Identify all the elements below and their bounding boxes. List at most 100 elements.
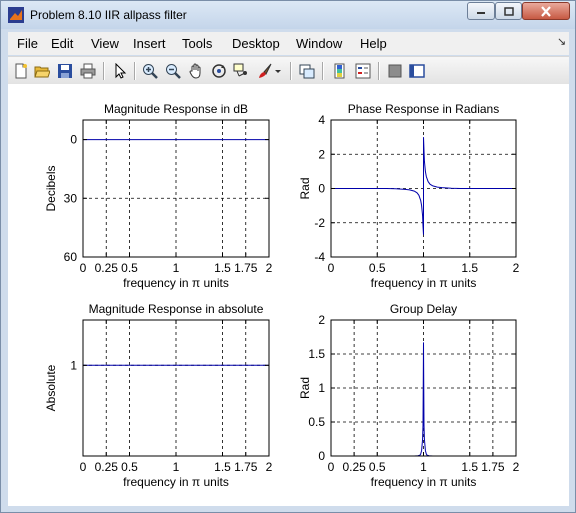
new-figure-button[interactable] <box>11 61 30 80</box>
menu-desktop[interactable]: Desktop <box>232 36 280 51</box>
x-tick-label: 0.5 <box>121 261 138 275</box>
x-tick-label: 0.25 <box>95 460 119 474</box>
colorbar-icon <box>334 63 344 78</box>
axes-title: Magnitude Response in dB <box>104 102 248 116</box>
open-file-icon <box>33 66 50 77</box>
x-tick-label: 1 <box>420 261 427 275</box>
x-tick-label: 0.5 <box>121 460 138 474</box>
rotate-3d-icon <box>211 63 226 78</box>
brush-dropdown-button[interactable] <box>273 61 283 80</box>
axes-title: Phase Response in Radians <box>348 102 499 116</box>
save-icon <box>57 63 72 78</box>
y-tick-label: 1.5 <box>308 347 325 361</box>
zoom-in-button[interactable] <box>140 61 159 80</box>
axes-title: Magnitude Response in absolute <box>89 302 264 316</box>
plot-axes-1[interactable]: 0 0.25 0.5 1 1.5 1.75 2 0 30 60 Magnitude Response… <box>44 102 273 290</box>
menu-help[interactable]: Help <box>360 36 387 51</box>
x-tick-label: 0.5 <box>369 460 386 474</box>
link-plot-button[interactable] <box>297 61 316 80</box>
figure-plots: 0 0.25 0.5 1 1.5 1.75 203060Magnitude Response… <box>44 102 520 489</box>
menu-view[interactable]: View <box>91 36 119 51</box>
x-axis-label: frequency in π units <box>371 475 477 489</box>
menu-bar: File Edit View Insert Tools Desktop Wind… <box>8 32 569 55</box>
x-tick-label: 1.75 <box>234 460 258 474</box>
toolbar-separator <box>322 62 324 80</box>
maximize-icon <box>503 6 514 16</box>
x-tick-label: 1.5 <box>214 460 231 474</box>
menu-insert[interactable]: Insert <box>133 36 166 51</box>
save-button[interactable] <box>55 61 74 80</box>
y-tick-label: 1 <box>70 358 77 372</box>
brush-button[interactable] <box>255 61 274 80</box>
y-axis-label: Decibels <box>44 165 58 211</box>
rotate-3d-button[interactable] <box>209 61 228 80</box>
y-tick-label: -4 <box>314 250 325 264</box>
new-figure-icon <box>15 63 27 78</box>
x-tick-label: 2 <box>513 460 520 474</box>
axes-title: Group Delay <box>390 302 457 316</box>
minimize-icon <box>477 12 485 14</box>
x-tick-label: 1 <box>420 460 427 474</box>
x-tick-label: 2 <box>266 261 273 275</box>
x-tick-label: 0 <box>328 261 335 275</box>
matlab-icon <box>8 7 24 23</box>
y-axis-label: Rad <box>298 177 312 199</box>
pointer-button[interactable] <box>110 61 129 80</box>
x-axis-label: frequency in π units <box>371 276 477 290</box>
menu-window[interactable]: Window <box>296 36 342 51</box>
show-plot-tools-button[interactable] <box>407 61 426 80</box>
x-tick-label: 1.5 <box>461 261 478 275</box>
print-button[interactable] <box>78 61 97 80</box>
zoom-out-button[interactable] <box>163 61 182 80</box>
y-tick-label: 30 <box>64 191 78 205</box>
pointer-icon <box>115 62 126 79</box>
menu-edit[interactable]: Edit <box>51 36 73 51</box>
minimize-button[interactable] <box>467 2 495 20</box>
plot-axes-4[interactable]: 0 0.25 0.5 1 1.5 1.75 200.511.52Group Delayfre… <box>298 302 520 489</box>
link-plot-icon <box>299 64 314 78</box>
figure-canvas[interactable]: 0 0.25 0.5 1 1.5 1.75 2 0 30 60 Magnitude Response… <box>8 84 569 506</box>
hide-plot-tools-button[interactable] <box>385 61 404 80</box>
zoom-out-icon <box>165 63 181 79</box>
legend-icon <box>355 63 370 78</box>
y-axis-label: Absolute <box>44 364 58 411</box>
x-tick-label: 1.75 <box>481 460 505 474</box>
legend-button[interactable] <box>353 61 372 80</box>
x-tick-label: 1.75 <box>234 261 258 275</box>
close-icon <box>541 5 551 17</box>
x-tick-label: 0 <box>80 460 87 474</box>
menu-tools[interactable]: Tools <box>182 36 212 51</box>
menu-file[interactable]: File <box>17 36 38 51</box>
x-tick-label: 1 <box>173 460 180 474</box>
close-button[interactable] <box>522 2 570 20</box>
x-tick-label: 0 <box>328 460 335 474</box>
y-tick-label: 2 <box>318 147 325 161</box>
show-plot-tools-icon <box>408 63 425 78</box>
toolbar <box>8 56 569 85</box>
plot-axes-3[interactable]: 0 0.25 0.5 1 1.5 1.75 2 1 Magnitude Response in … <box>44 302 273 489</box>
x-tick-label: 2 <box>513 261 520 275</box>
x-tick-label: 0.25 <box>342 460 366 474</box>
data-cursor-button[interactable] <box>231 61 250 80</box>
open-file-button[interactable] <box>32 61 51 80</box>
brush-icon <box>258 63 271 78</box>
data-cursor-icon <box>233 63 247 76</box>
y-tick-label: 4 <box>318 113 325 127</box>
colorbar-button[interactable] <box>330 61 349 80</box>
zoom-in-icon <box>142 63 158 79</box>
x-axis-label: frequency in π units <box>123 475 229 489</box>
y-axis-label: Rad <box>298 377 312 399</box>
y-tick-label: 2 <box>318 313 325 327</box>
hide-plot-tools-icon <box>388 64 401 77</box>
x-tick-label: 0 <box>80 261 87 275</box>
title-bar[interactable]: Problem 8.10 IIR allpass filter <box>1 1 575 29</box>
print-icon <box>80 63 95 78</box>
plot-axes-2[interactable]: 0 0.5 1 1.5 2 -4 -2 0 2 4 Phase Response in Radian… <box>298 102 520 290</box>
y-tick-label: 0 <box>70 133 77 147</box>
dropdown-arrow-icon <box>275 69 281 73</box>
y-tick-label: 0 <box>318 182 325 196</box>
dock-arrow-icon[interactable]: ↘ <box>557 35 566 48</box>
y-tick-label: 0.5 <box>308 415 325 429</box>
pan-button[interactable] <box>186 61 205 80</box>
maximize-button[interactable] <box>495 2 522 20</box>
